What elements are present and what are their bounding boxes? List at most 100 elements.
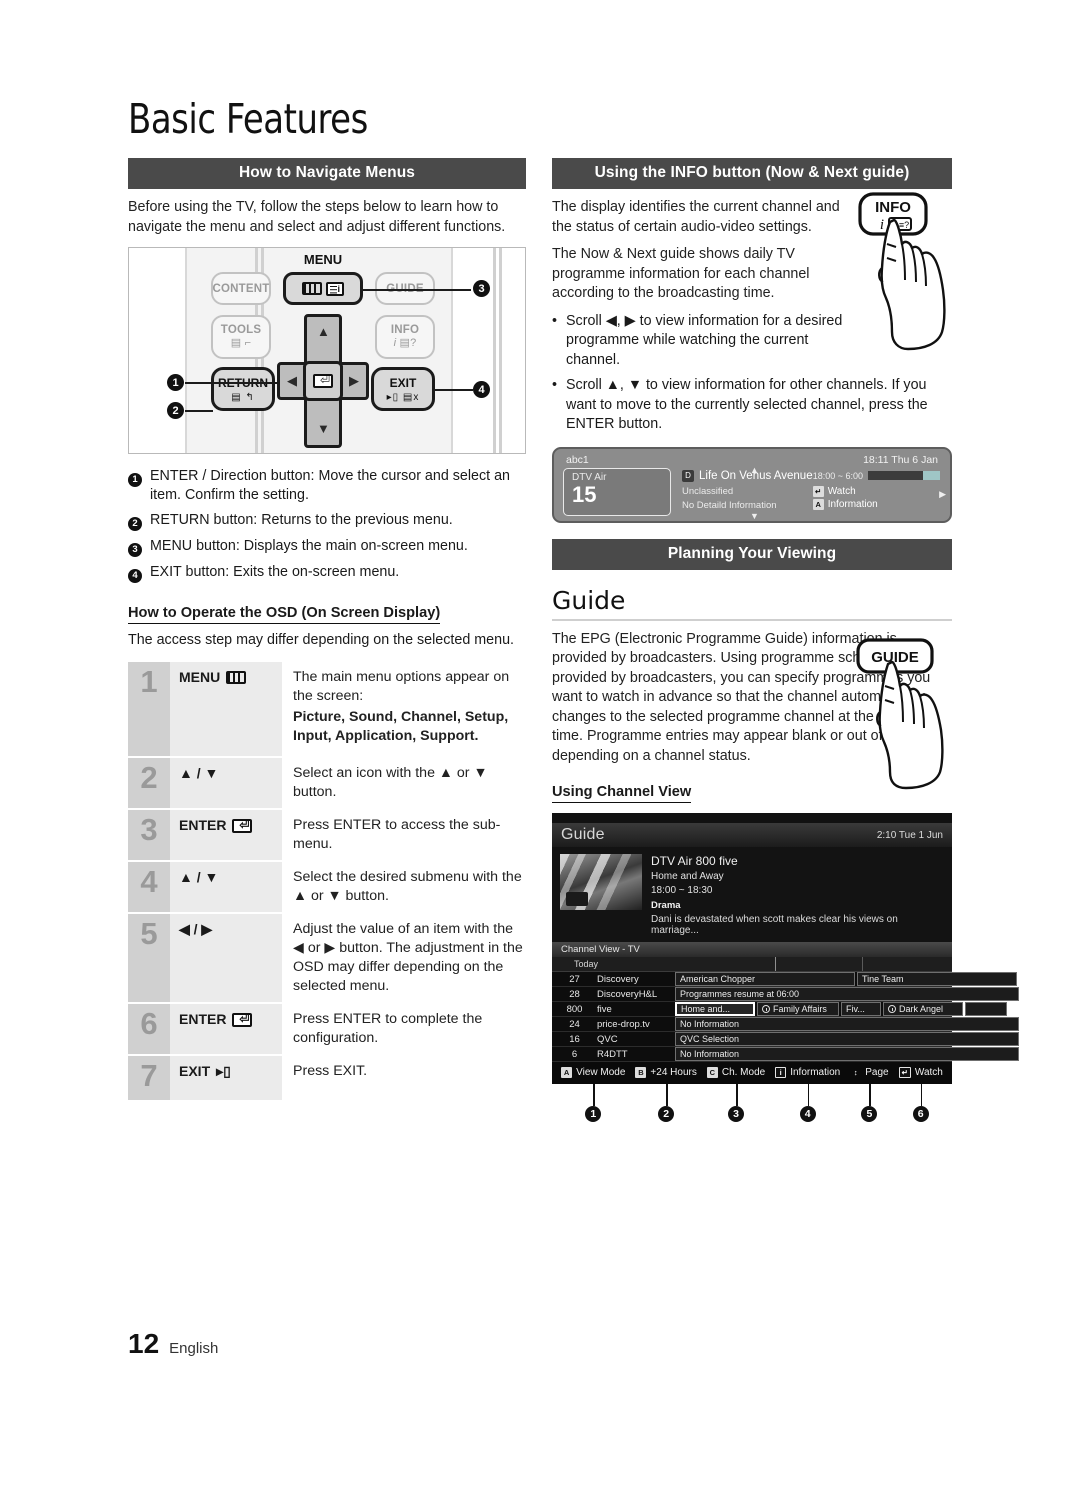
page-title: Basic Features: [128, 95, 368, 143]
epg-programme-cell-selected[interactable]: Home and...: [675, 1002, 755, 1016]
osd-steps-table: 1 MENU The main menu options appear on t…: [128, 662, 526, 1102]
epg-programme-cell[interactable]: Dark Angel: [883, 1002, 963, 1016]
epg-detail-genre: Drama: [651, 900, 681, 911]
definition-item: 1 ENTER / Direction button: Move the cur…: [128, 467, 526, 505]
epg-detail-meta: DTV Air 800 five Home and Away 18:00 ~ 1…: [651, 854, 944, 936]
epg-footer-action-label: Information: [790, 1067, 841, 1078]
exit-glyph-icon: ▸▯ ▤x: [386, 391, 420, 403]
epg-channel-number: 16: [569, 1034, 580, 1045]
info-osd-watch-label: Watch: [827, 485, 856, 497]
remote-control-diagram: MENU CONTENT GUIDE TOOLS ▤ ⌐ INFO i ▤? i: [128, 247, 526, 454]
definition-text-1: ENTER / Direction button: Move the curso…: [150, 468, 510, 503]
epg-programme-cell[interactable]: No Information: [675, 1017, 1019, 1031]
info-bullet-text-2: Scroll ▲, ▼ to view information for othe…: [566, 377, 928, 432]
info-osd-programme-title-row: D Life On Venus Avenue: [682, 469, 813, 482]
enter-icon: [232, 818, 253, 833]
epg-programme-cell[interactable]: No Information: [675, 1047, 1019, 1061]
dolby-badge-icon: D: [682, 469, 694, 482]
osd-step-row: 4 ▲ / ▼ Select the desired submenu with …: [128, 862, 526, 914]
step-number: 5: [128, 914, 170, 1002]
epg-callout-number: 3: [728, 1106, 745, 1122]
epg-channel-name: DiscoveryH&L: [597, 989, 658, 1000]
epg-today-row: Today: [552, 957, 952, 972]
info-osd-watch-action[interactable]: ↵ Watch: [812, 485, 940, 497]
epg-detail-programme: Home and Away: [651, 871, 724, 882]
epg-channel-row[interactable]: 28 DiscoveryH&L Programmes resume at 06:00: [552, 987, 1019, 1002]
remote-return-button[interactable]: RETURN ▤ ↰: [211, 367, 275, 411]
dpad-right-arrow-icon[interactable]: ▶: [349, 374, 359, 387]
epg-footer-key-icon: ↵: [898, 1067, 911, 1078]
epg-programme-cell[interactable]: American Chopper: [675, 972, 855, 986]
remote-info-button[interactable]: INFO i ▤?: [375, 315, 435, 359]
remote-exit-button[interactable]: EXIT ▸▯ ▤x: [371, 367, 435, 411]
epg-footer-action[interactable]: ↕ Page: [850, 1067, 889, 1078]
info-bullet-text-1: Scroll ◀, ▶ to view information for a de…: [566, 312, 843, 368]
remote-menu-button[interactable]: i: [283, 272, 363, 305]
info-osd-channel-number: 15: [572, 481, 597, 507]
menu-bars-icon: [302, 282, 322, 295]
guide-heading-rule: [552, 618, 952, 621]
epg-footer-action[interactable]: B +24 Hours: [635, 1067, 697, 1078]
epg-footer-action-label: View Mode: [576, 1067, 626, 1078]
epg-programme-label: Fiv...: [846, 1004, 865, 1014]
info-osd-channel-box: DTV Air 15: [563, 467, 671, 516]
epg-programme-label: Tine Team: [862, 974, 904, 984]
info-bullet-item: • Scroll ▲, ▼ to view information for ot…: [552, 376, 952, 435]
epg-programme-label: American Chopper: [680, 974, 756, 984]
remote-callout-3: 3: [473, 280, 490, 297]
epg-programme-cell[interactable]: Family Affairs: [757, 1002, 839, 1016]
step-desc: Press ENTER to access the sub-menu.: [282, 810, 526, 860]
osd-step-row: 7 EXIT ▸▯ Press EXIT.: [128, 1056, 526, 1102]
navigate-menus-intro-text: Before using the TV, follow the steps be…: [128, 199, 506, 235]
epg-screenshot: Guide 2:10 Tue 1 Jun DTV Air 800 five Ho…: [552, 813, 1019, 1084]
remote-content-button[interactable]: CONTENT: [211, 272, 271, 305]
epg-channel-name: QVC: [597, 1034, 618, 1045]
osd-step-row: 6 ENTER Press ENTER to complete the conf…: [128, 1004, 526, 1056]
epg-programme-cells: No Information: [675, 1047, 1019, 1061]
step-desc: The main menu options appear on the scre…: [282, 662, 526, 756]
epg-channel-number: 800: [566, 1004, 583, 1015]
step-key-label: ENTER: [179, 817, 227, 833]
info-osd-screenshot: abc1 18:11 Thu 6 Jan ▲ ▼ ▶ DTV Air 15 D …: [552, 446, 952, 523]
callout-lead-3: [361, 289, 471, 291]
epg-channel-row[interactable]: 16 QVC QVC Selection: [552, 1032, 1019, 1047]
epg-programme-cell[interactable]: Fiv...: [841, 1002, 881, 1016]
epg-footer-action[interactable]: i Information: [775, 1067, 840, 1078]
definition-text-4: EXIT button: Exits the on-screen menu.: [150, 564, 400, 580]
epg-programme-cell[interactable]: Tine Team: [857, 972, 1017, 986]
dpad-left-arrow-icon[interactable]: ◀: [287, 374, 297, 387]
step-desc: Adjust the value of an item with the ◀ o…: [282, 914, 526, 1002]
section-header-planning-viewing: Planning Your Viewing: [552, 538, 952, 570]
epg-programme-cell[interactable]: Programmes resume at 06:00: [675, 987, 1019, 1001]
remote-dpad[interactable]: ▲ ▼ ◀ ▶: [277, 314, 369, 448]
epg-channel-row[interactable]: 800 five Home and... Family Affairs Fiv... Da…: [552, 1002, 1007, 1017]
step-desc-text: Press ENTER to complete the configuratio…: [293, 1011, 483, 1046]
epg-footer-action[interactable]: ↵ Watch: [898, 1067, 943, 1078]
svg-text:i: i: [880, 217, 884, 233]
epg-footer-action[interactable]: C Ch. Mode: [706, 1067, 765, 1078]
info-osd-information-action[interactable]: A Information: [812, 498, 940, 510]
menu-list-icon: i: [326, 281, 344, 296]
svg-text:INFO: INFO: [875, 199, 911, 216]
epg-channel-row[interactable]: 6 R4DTT No Information: [552, 1047, 1019, 1062]
dpad-down-arrow-icon[interactable]: ▼: [317, 422, 330, 435]
remote-tools-button[interactable]: TOOLS ▤ ⌐: [211, 315, 271, 359]
dpad-up-arrow-icon[interactable]: ▲: [317, 325, 330, 338]
remote-enter-button[interactable]: [303, 361, 343, 401]
step-number: 7: [128, 1056, 170, 1100]
epg-footer-bar: A View Mode B +24 Hours C Ch. Mode i Informatio…: [552, 1062, 952, 1084]
epg-footer-action[interactable]: A View Mode: [561, 1067, 625, 1078]
info-osd-down-caret-icon[interactable]: ▼: [750, 511, 759, 521]
epg-programme-cell[interactable]: QVC Selection: [675, 1032, 1019, 1046]
info-osd-source: DTV Air: [572, 471, 607, 483]
epg-channel-row[interactable]: 27 Discovery American Chopper Tine Team: [552, 972, 1017, 987]
info-osd-time-range: 18:00 ~ 6:00: [812, 470, 863, 481]
info-osd-right-caret-icon[interactable]: ▶: [939, 489, 946, 500]
callout-lead-4: [435, 389, 473, 391]
info-osd-clock: 18:11 Thu 6 Jan: [863, 453, 938, 466]
definition-item: 2 RETURN button: Returns to the previous…: [128, 511, 526, 531]
manual-page: Basic Features How to Navigate Menus Bef…: [0, 0, 1080, 1494]
info-osd-programme-title: Life On Venus Avenue: [699, 469, 813, 482]
epg-programme-cell[interactable]: [965, 1002, 1007, 1016]
epg-channel-row[interactable]: 24 price-drop.tv No Information: [552, 1017, 1019, 1032]
